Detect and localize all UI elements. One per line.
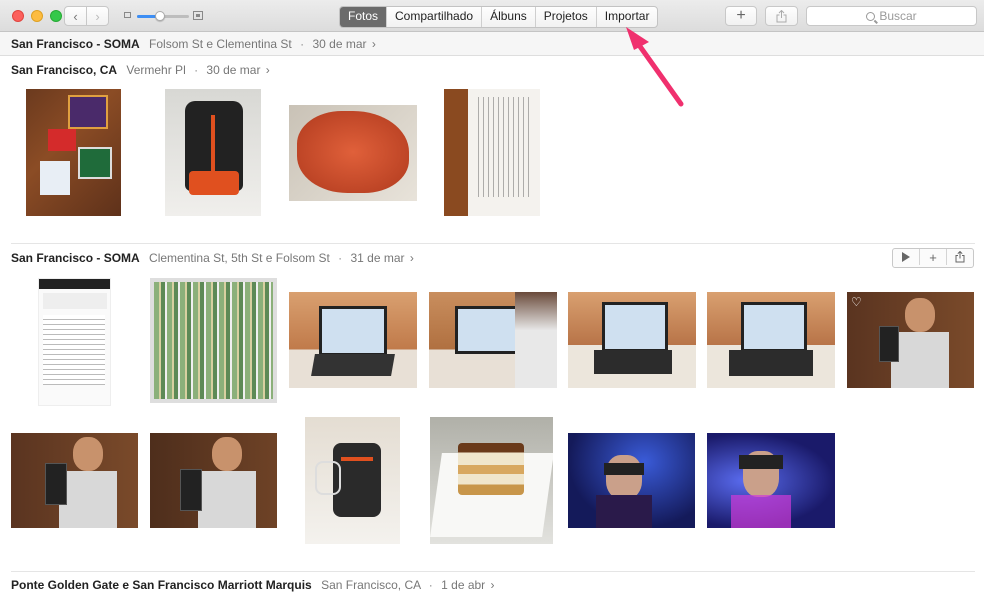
photo-laptop-4[interactable]: [707, 292, 835, 388]
forward-button[interactable]: ›: [86, 6, 109, 26]
moment-separator: ·: [338, 251, 343, 265]
photo-document[interactable]: [444, 89, 540, 216]
chevron-right-icon: ›: [265, 63, 270, 77]
moment-divider: [11, 243, 975, 244]
chevron-right-icon: ›: [371, 37, 376, 51]
photo-man-phone-3[interactable]: [150, 433, 277, 528]
tab-projetos[interactable]: Projetos: [534, 7, 596, 27]
share-icon: [955, 251, 965, 263]
tab-fotos[interactable]: Fotos: [340, 7, 387, 27]
add-to-button[interactable]: +: [919, 249, 946, 265]
window-toolbar: ‹ › Fotos Compartilhado Álbuns Projetos …: [0, 0, 984, 32]
photo-laptop-3[interactable]: [568, 292, 696, 388]
photo-phone-screenshot[interactable]: [38, 278, 111, 406]
plus-icon: +: [736, 7, 746, 24]
play-slideshow-button[interactable]: [893, 249, 919, 265]
search-icon: [866, 11, 876, 21]
share-moment-button[interactable]: [946, 249, 973, 265]
photo-laptop-2[interactable]: [429, 292, 557, 388]
moment-detail: Vermehr Pl: [126, 63, 186, 77]
heart-icon[interactable]: ♡: [851, 295, 862, 309]
moment-location: San Francisco - SOMA: [11, 37, 140, 51]
sticky-moment-header[interactable]: San Francisco - SOMA Folsom St e Clement…: [0, 32, 984, 56]
play-icon: [902, 252, 910, 262]
photo-cards-on-table[interactable]: [26, 89, 121, 216]
zoom-slider-knob[interactable]: [155, 11, 166, 21]
small-thumbnail-icon: [124, 12, 131, 18]
chevron-right-icon: ›: [95, 8, 100, 24]
photo-cake[interactable]: [430, 417, 553, 544]
photo-backpack-standing[interactable]: [305, 417, 400, 544]
tab-importar[interactable]: Importar: [595, 7, 658, 27]
tab-compartilhado[interactable]: Compartilhado: [386, 7, 481, 27]
moment-date: 30 de mar: [312, 37, 367, 51]
moment-header[interactable]: Ponte Golden Gate e San Francisco Marrio…: [0, 575, 984, 595]
search-placeholder: Buscar: [879, 9, 917, 23]
chevron-left-icon: ‹: [73, 8, 78, 24]
plus-icon: +: [929, 249, 937, 265]
maximize-window-button[interactable]: [50, 10, 62, 22]
moment-header[interactable]: San Francisco, CA Vermehr Pl · 30 de mar…: [0, 60, 984, 80]
photo-vr-blue-2[interactable]: [707, 433, 835, 528]
moment-detail: Clementina St, 5th St e Folsom St: [149, 251, 330, 265]
moment-header[interactable]: San Francisco - SOMA Clementina St, 5th …: [0, 248, 984, 268]
add-button[interactable]: +: [725, 6, 757, 26]
moment-separator: ·: [300, 37, 305, 51]
minimize-window-button[interactable]: [31, 10, 43, 22]
share-button[interactable]: [765, 6, 798, 26]
photo-orange-pouch[interactable]: [289, 105, 417, 201]
search-field[interactable]: Buscar: [806, 6, 977, 26]
photo-man-phone-1[interactable]: [847, 292, 974, 388]
photo-battery-tray[interactable]: [150, 278, 277, 403]
photo-vr-blue-1[interactable]: [568, 433, 695, 528]
photo-laptop-1[interactable]: [289, 292, 417, 388]
photo-man-phone-2[interactable]: [11, 433, 138, 528]
close-window-button[interactable]: [12, 10, 24, 22]
moment-divider: [11, 571, 975, 572]
moment-actions: +: [892, 248, 974, 268]
moment-date: 30 de mar: [206, 63, 261, 77]
moment-date: 31 de mar: [350, 251, 405, 265]
moment-location: San Francisco - SOMA: [11, 251, 140, 265]
tab-albuns[interactable]: Álbuns: [481, 7, 535, 27]
chevron-right-icon: ›: [409, 251, 414, 265]
large-thumbnail-icon: [193, 11, 203, 20]
back-button[interactable]: ‹: [64, 6, 87, 26]
moment-separator: ·: [194, 63, 199, 77]
share-icon: [776, 9, 787, 22]
moment-detail: Folsom St e Clementina St: [149, 37, 292, 51]
photo-black-backpack[interactable]: [165, 89, 261, 216]
view-tabs: Fotos Compartilhado Álbuns Projetos Impo…: [339, 6, 659, 28]
moment-location: San Francisco, CA: [11, 63, 118, 77]
